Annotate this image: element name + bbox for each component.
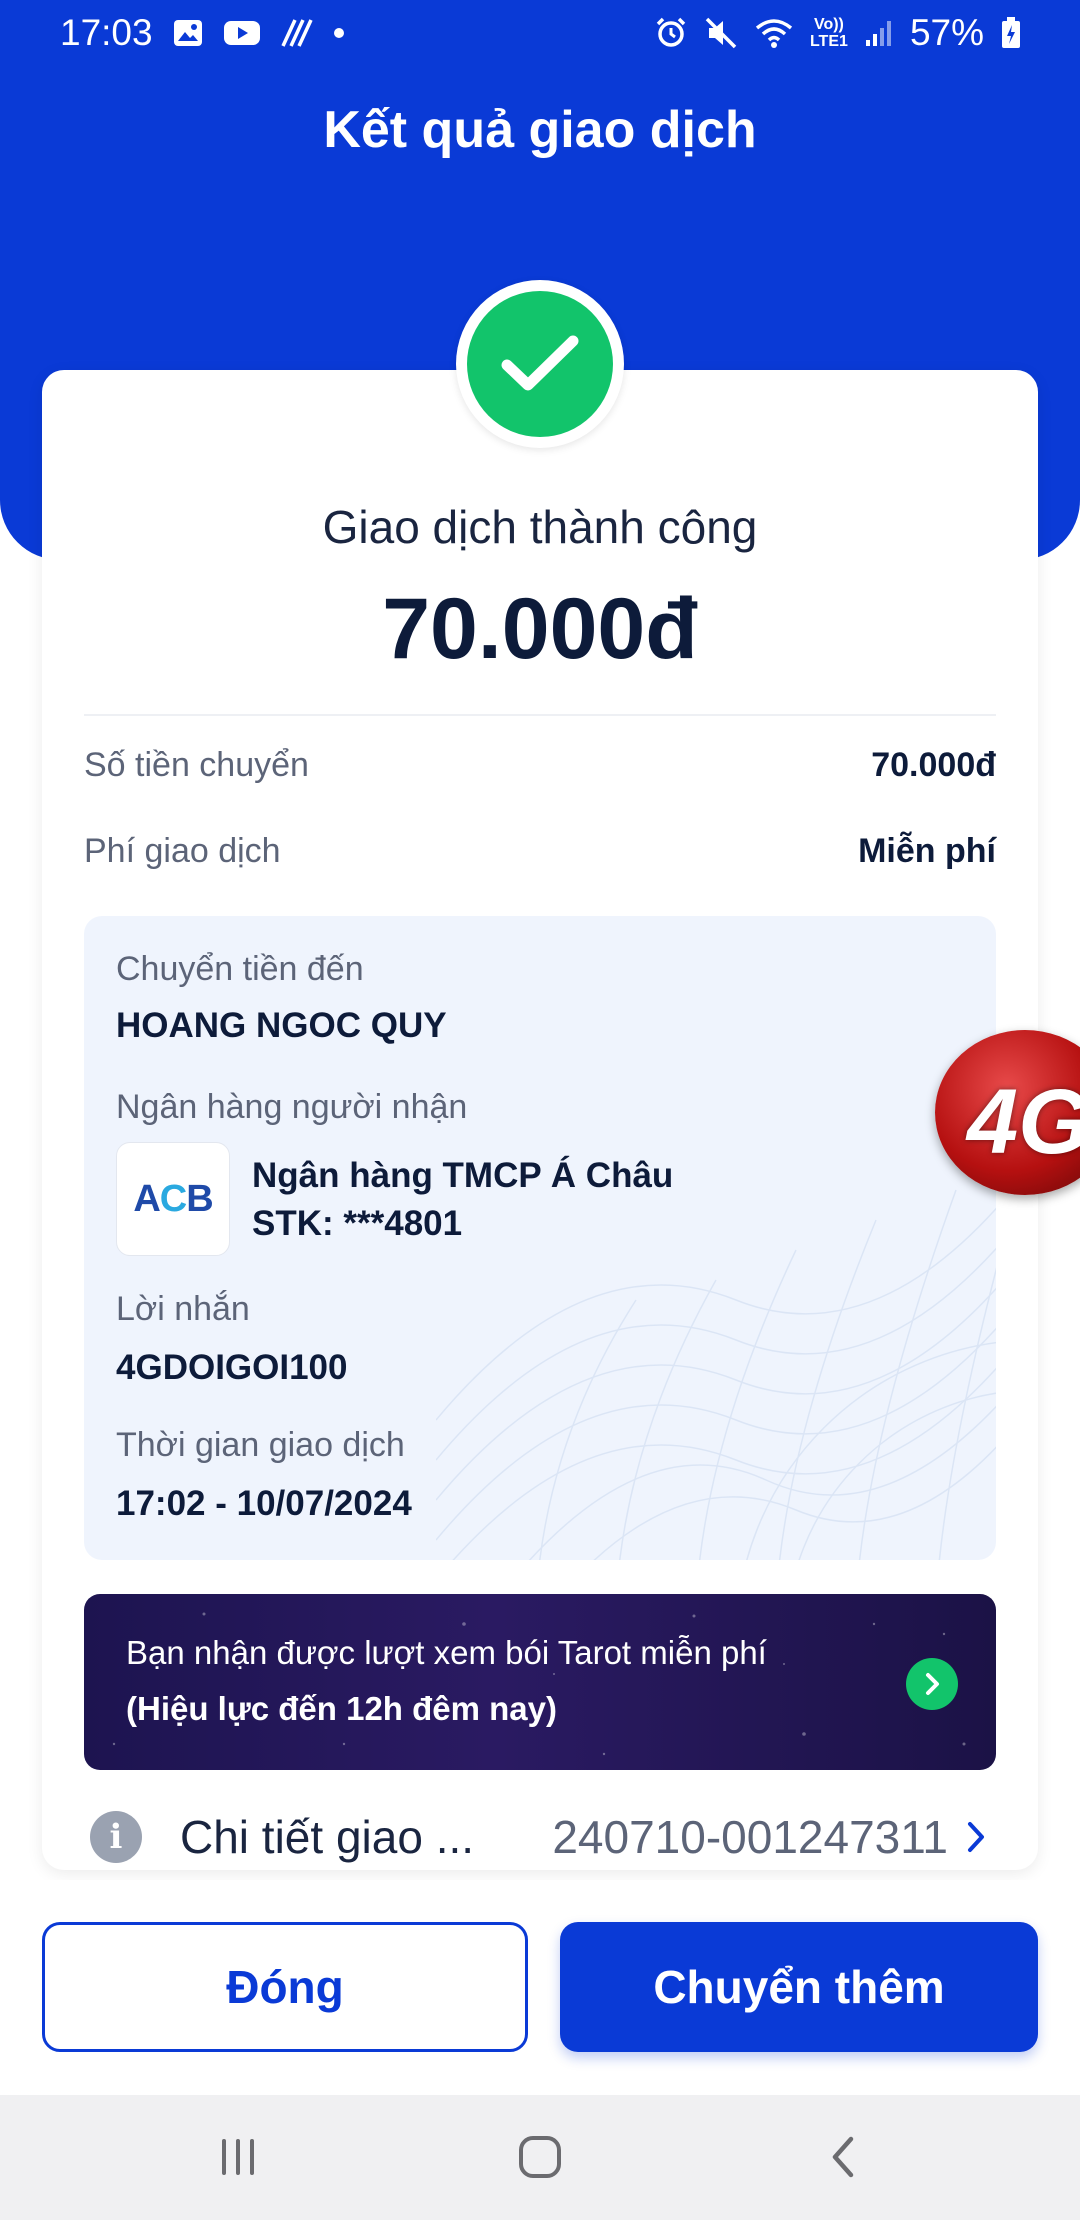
- promo-text: Bạn nhận được lượt xem bói Tarot miễn ph…: [126, 1634, 767, 1671]
- battery-icon: [1000, 16, 1022, 50]
- time-value: 17:02 - 10/07/2024: [116, 1484, 412, 1523]
- close-button[interactable]: Đóng: [42, 1922, 528, 2052]
- gallery-icon: [173, 19, 203, 47]
- message-label: Lời nhắn: [116, 1290, 250, 1328]
- recipient-name: HOANG NGOC QUY: [116, 1006, 447, 1045]
- info-icon: i: [90, 1811, 142, 1863]
- alarm-icon: [654, 16, 688, 50]
- data-saver-icon: [281, 18, 313, 48]
- bank-name: Ngân hàng TMCP Á Châu: [252, 1156, 674, 1195]
- summary-value: Miễn phí: [858, 832, 996, 870]
- divider: [84, 714, 996, 716]
- transaction-detail-row[interactable]: i Chi tiết giao ... 240710-001247311: [84, 1800, 996, 1874]
- checkmark-icon: [467, 291, 613, 437]
- battery-percent: 57%: [909, 12, 984, 53]
- transaction-id: 240710-001247311: [552, 1811, 948, 1863]
- time-label: Thời gian giao dịch: [116, 1426, 405, 1464]
- back-icon[interactable]: [803, 2125, 883, 2189]
- recent-apps-icon[interactable]: [198, 2125, 278, 2189]
- wifi-icon: [754, 17, 794, 49]
- dot-icon: [333, 27, 345, 39]
- detail-label: Chi tiết giao ...: [180, 1811, 475, 1863]
- summary-label: Số tiền chuyển: [84, 746, 309, 784]
- transaction-amount: 70.000đ: [382, 581, 698, 677]
- stars-decoration: [112, 1612, 966, 1756]
- network-label: Vo)) LTE1: [809, 16, 848, 50]
- mute-icon: [704, 16, 738, 50]
- bank-label: Ngân hàng người nhận: [116, 1088, 468, 1126]
- summary-row-fee: Phí giao dịch Miễn phí: [84, 832, 996, 871]
- decorative-mesh: [436, 1189, 996, 1560]
- chevron-right-icon: [966, 1817, 996, 1857]
- message-value: 4GDOIGOI100: [116, 1348, 348, 1387]
- status-bar: 17:03 Vo)) LTE1 57%: [0, 0, 1080, 66]
- page-title: Kết quả giao dịch: [323, 101, 757, 159]
- acb-logo: ACB: [116, 1142, 230, 1256]
- signal-icon: [864, 18, 894, 48]
- recipient-info-box: Chuyển tiền đến HOANG NGOC QUY Ngân hàng…: [84, 916, 996, 1560]
- tarot-promo-banner[interactable]: Bạn nhận được lượt xem bói Tarot miễn ph…: [84, 1594, 996, 1770]
- summary-row-amount: Số tiền chuyển 70.000đ: [84, 746, 996, 785]
- transfer-more-button[interactable]: Chuyển thêm: [560, 1922, 1038, 2052]
- chevron-right-icon[interactable]: [906, 1658, 958, 1710]
- status-time: 17:03: [60, 12, 153, 53]
- summary-label: Phí giao dịch: [84, 832, 281, 870]
- summary-value: 70.000đ: [871, 746, 996, 784]
- youtube-icon: [223, 19, 261, 47]
- success-badge: [456, 280, 624, 448]
- home-icon[interactable]: [500, 2125, 580, 2189]
- account-number: STK: ***4801: [252, 1204, 463, 1243]
- transaction-status: Giao dịch thành công: [322, 501, 758, 553]
- promo-validity: (Hiệu lực đến 12h đêm nay): [126, 1690, 557, 1727]
- recipient-label: Chuyển tiền đến: [116, 950, 364, 988]
- system-nav-bar: [0, 2095, 1080, 2220]
